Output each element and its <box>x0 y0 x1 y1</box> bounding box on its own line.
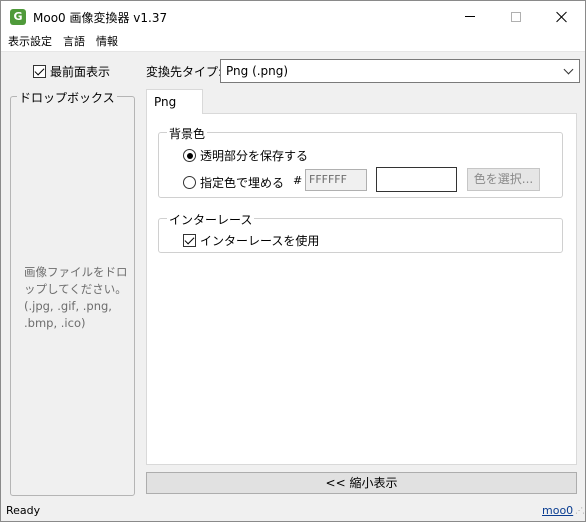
target-type-value: Png (.png) <box>226 64 289 78</box>
color-preview <box>376 167 457 192</box>
radio-keep-transparency[interactable]: 透明部分を保存する <box>183 147 308 164</box>
background-color-title: 背景色 <box>167 125 208 142</box>
keep-transparency-label: 透明部分を保存する <box>200 149 309 163</box>
hex-color-input[interactable]: FFFFFF <box>305 169 367 191</box>
menu-language[interactable]: 言語 <box>59 32 89 52</box>
title-bar: G Moo0 画像変換器 v1.37 <box>1 1 585 32</box>
minimize-button[interactable] <box>447 1 493 32</box>
interlace-checkbox[interactable]: インターレースを使用 <box>183 232 319 249</box>
tab-png[interactable]: Png <box>146 89 203 114</box>
radio-fill-color[interactable]: 指定色で埋める <box>183 174 284 191</box>
resize-grip-icon[interactable]: ⋰⋰ <box>575 507 586 518</box>
minimize-icon <box>465 16 475 17</box>
interlace-title: インターレース <box>167 211 255 228</box>
topmost-label: 最前面表示 <box>50 65 111 79</box>
checkbox-icon[interactable] <box>183 234 196 247</box>
close-icon <box>556 11 568 23</box>
pick-color-button[interactable]: 色を選択... <box>467 168 540 191</box>
radio-icon[interactable] <box>183 176 196 189</box>
menu-bar: 表示設定 言語 情報 <box>1 32 585 52</box>
moo0-link[interactable]: moo0 <box>542 504 573 517</box>
menu-info[interactable]: 情報 <box>92 32 122 52</box>
app-icon: G <box>10 9 26 25</box>
app-window: G Moo0 画像変換器 v1.37 表示設定 言語 情報 最前面表示 ドロップ… <box>0 0 586 522</box>
maximize-button[interactable] <box>493 1 539 32</box>
interlace-label: インターレースを使用 <box>200 234 320 248</box>
drop-box-hint: 画像ファイルをドロップしてください。(.jpg, .gif, .png, .bm… <box>24 265 128 330</box>
status-text: Ready <box>6 504 41 517</box>
target-type-select[interactable]: Png (.png) <box>220 59 580 83</box>
topmost-checkbox[interactable]: 最前面表示 <box>33 63 110 80</box>
close-button[interactable] <box>539 1 585 32</box>
chevron-down-icon <box>563 64 574 75</box>
hash-symbol: # <box>293 174 303 187</box>
menu-display-settings[interactable]: 表示設定 <box>4 32 56 52</box>
drop-box[interactable]: ドロップボックス 画像ファイルをドロップしてください。(.jpg, .gif, … <box>10 89 135 496</box>
fill-color-label: 指定色で埋める <box>200 176 285 190</box>
shrink-view-button[interactable]: << 縮小表示 <box>146 472 577 494</box>
window-title: Moo0 画像変換器 v1.37 <box>33 11 168 25</box>
radio-icon[interactable] <box>183 149 196 162</box>
target-type-label: 変換先タイプ: <box>146 65 223 79</box>
checkbox-icon[interactable] <box>33 65 46 78</box>
maximize-icon <box>511 11 521 22</box>
drop-box-title: ドロップボックス <box>17 89 117 106</box>
